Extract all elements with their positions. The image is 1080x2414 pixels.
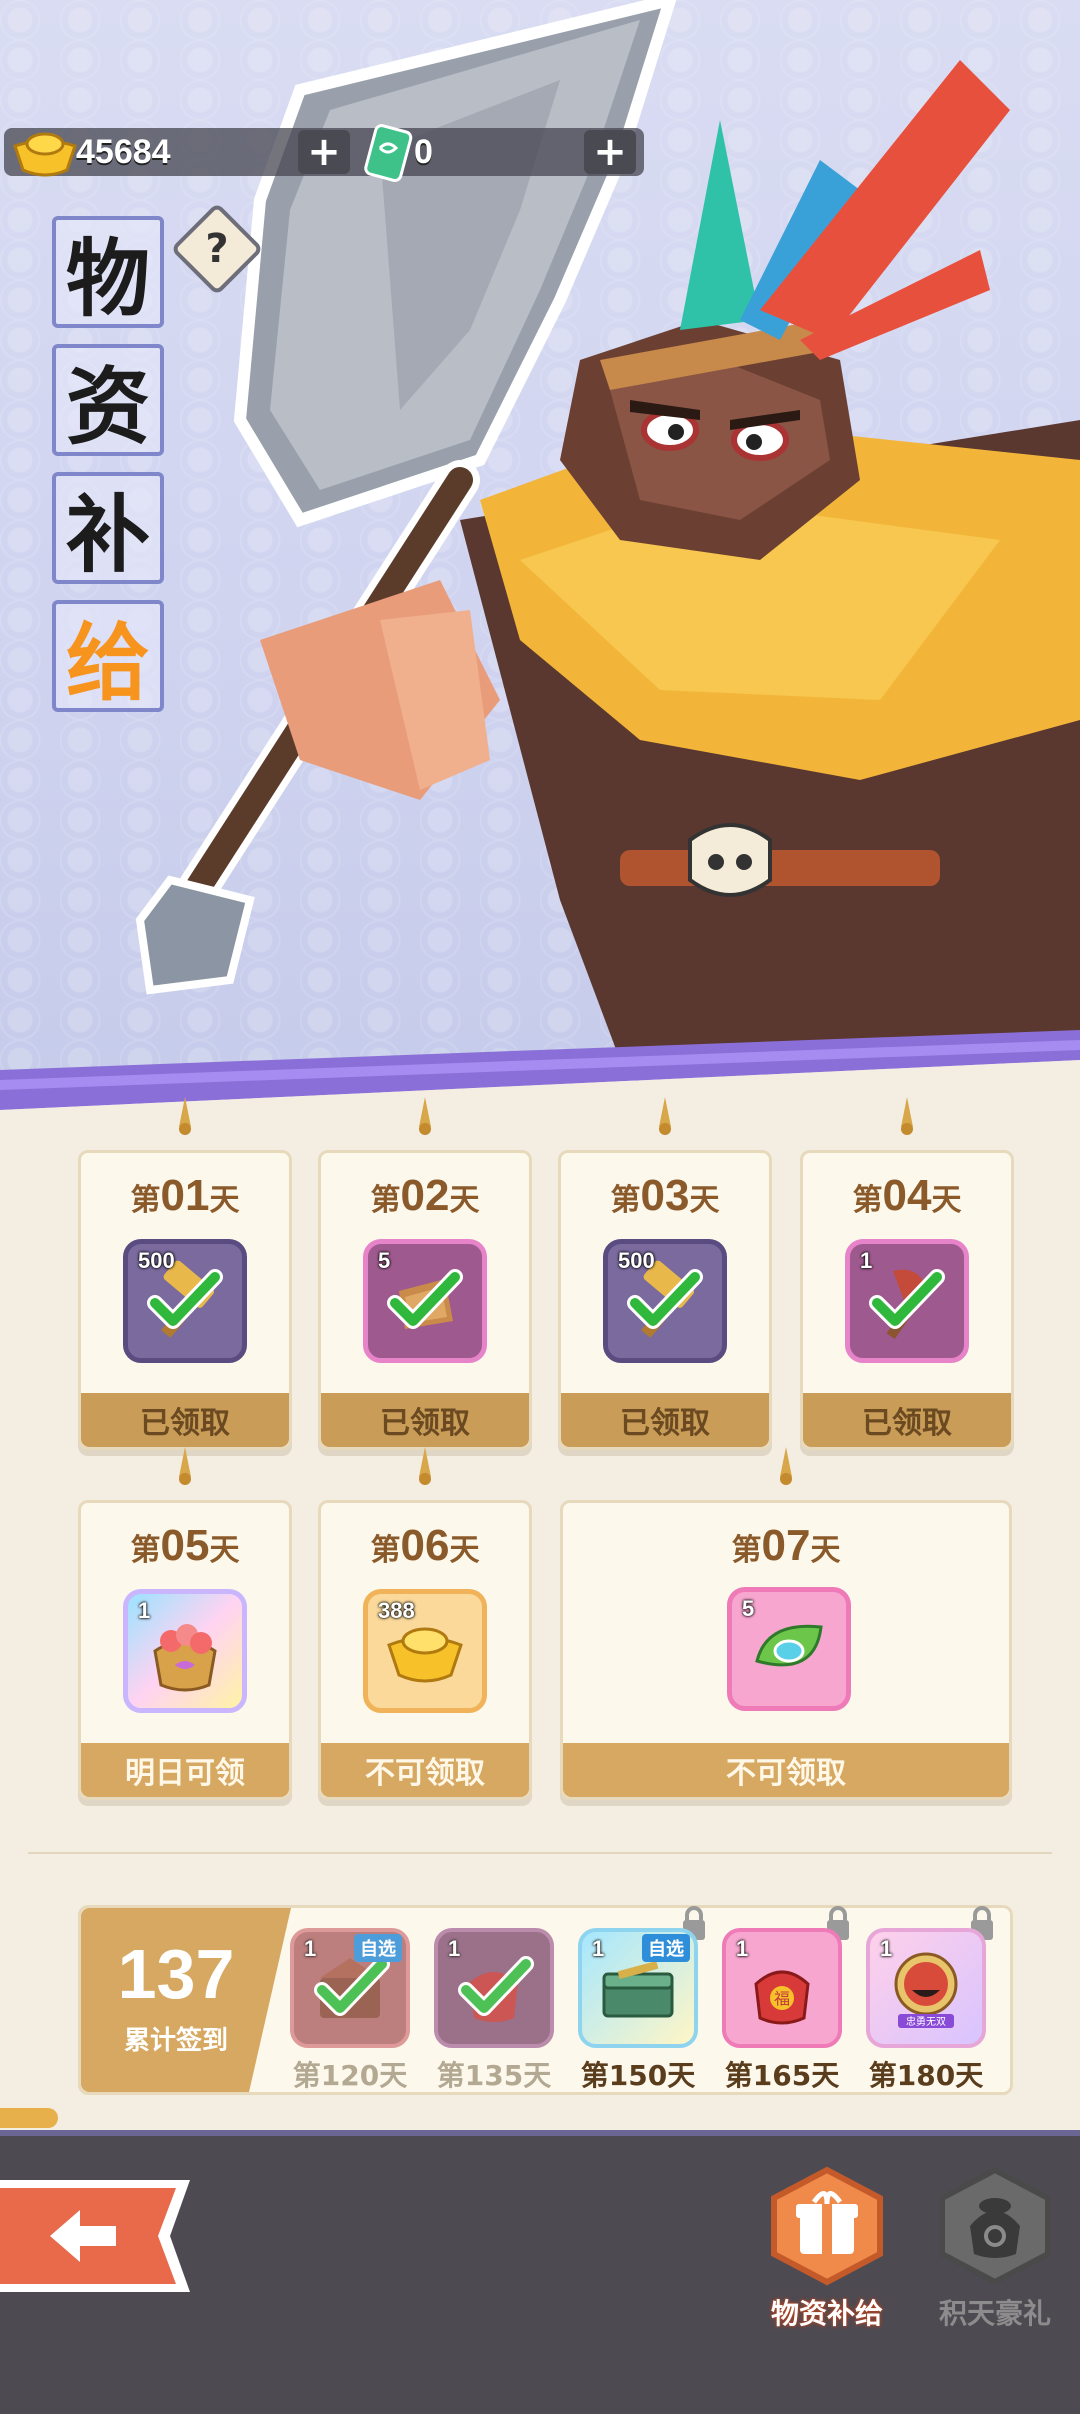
choose-tag: 自选: [642, 1934, 690, 1962]
money-bag-icon: [939, 2166, 1051, 2286]
day-label: 第04天: [852, 1171, 962, 1220]
bottom-nav-bar: 物资补给 积天豪礼: [0, 2130, 1080, 2414]
reward-day: 第135天: [436, 2059, 552, 2092]
gold-ingot-icon: [13, 132, 77, 177]
hero-banner: 45684 + 0 + 物 资 补 给 ?: [0, 0, 1080, 1110]
reward-item: 500: [603, 1239, 727, 1363]
cumulative-reward-150[interactable]: 自选 1 第150天: [575, 1906, 705, 2094]
cumulative-reward-165[interactable]: 福 1 第165天: [719, 1906, 849, 2094]
item-count: 1: [592, 1936, 605, 1961]
item-count: 500: [618, 1248, 655, 1273]
svg-text:忠勇无双: 忠勇无双: [906, 2016, 946, 2028]
claim-status: 已领取: [561, 1393, 769, 1447]
divider: [28, 1852, 1052, 1854]
cumulative-reward-135[interactable]: 1 第135天: [431, 1928, 557, 2094]
day-card-6[interactable]: 第06天 388 不可领取: [318, 1447, 532, 1800]
nav-supply-label: 物资补给: [770, 2297, 883, 2330]
back-button[interactable]: [0, 2176, 200, 2296]
nav-supply-button[interactable]: 物资补给: [752, 2166, 902, 2332]
add-ticket-button[interactable]: +: [584, 130, 636, 174]
title-char-4: 给: [52, 600, 164, 712]
page-title: 物 资 补 给: [52, 216, 164, 728]
day-card-5[interactable]: 第05天 1 明日可领: [78, 1447, 292, 1800]
question-icon: ?: [205, 226, 229, 272]
reward-item: 500: [123, 1239, 247, 1363]
title-char-2: 资: [52, 344, 164, 456]
ticket-counter: 0 +: [354, 124, 640, 182]
item-count: 1: [304, 1936, 317, 1961]
reward-item: 5: [363, 1239, 487, 1363]
add-gold-button[interactable]: +: [298, 130, 350, 174]
reward-item: 1: [123, 1589, 247, 1713]
svg-text:福: 福: [774, 1989, 790, 2008]
day-label: 第02天: [370, 1171, 480, 1220]
day-card-7[interactable]: 第07天 5 不可领取: [560, 1447, 1012, 1800]
decorative-band: [0, 1030, 1080, 1120]
gold-counter: 45684 +: [4, 128, 354, 177]
item-count: 5: [742, 1596, 755, 1621]
day-label: 第05天: [130, 1521, 240, 1570]
cumulative-signin-panel: 137 累计签到 自选 1 第120天 1 第135天 自选 1 第150天 福…: [78, 1905, 1013, 2095]
edge-tab: [0, 2108, 58, 2128]
item-count: 1: [736, 1936, 749, 1961]
cumulative-reward-180[interactable]: 忠勇无双 1 第180天: [863, 1906, 993, 2094]
reward-item: 1: [845, 1239, 969, 1363]
item-count: 1: [448, 1936, 461, 1961]
reward-day: 第165天: [724, 2059, 840, 2092]
nav-gift-button[interactable]: 积天豪礼: [920, 2166, 1070, 2332]
day-label: 第07天: [731, 1521, 841, 1570]
title-char-1: 物: [52, 216, 164, 328]
nav-gift-label: 积天豪礼: [938, 2297, 1051, 2330]
reward-item: 自选 1: [290, 1928, 410, 2048]
gift-box-icon: [771, 2166, 883, 2286]
choose-tag: 自选: [354, 1934, 402, 1962]
day-label: 第03天: [610, 1171, 720, 1220]
day-label: 第06天: [370, 1521, 480, 1570]
gold-amount: 45684: [76, 132, 171, 171]
day-card-1[interactable]: 第01天 500 已领取: [78, 1097, 292, 1450]
claim-status: 不可领取: [563, 1743, 1009, 1797]
cumulative-reward-120[interactable]: 自选 1 第120天: [287, 1928, 413, 2094]
item-count: 500: [138, 1248, 175, 1273]
item-count: 1: [880, 1936, 893, 1961]
reward-item: 5: [727, 1587, 851, 1711]
item-count: 388: [378, 1598, 415, 1623]
day-card-2[interactable]: 第02天 5 已领取: [318, 1097, 532, 1450]
claim-status: 明日可领: [81, 1743, 289, 1797]
reward-day: 第180天: [868, 2059, 984, 2092]
cumulative-label: 累计签到: [123, 2026, 228, 2056]
currency-bar: 45684 + 0 +: [4, 124, 644, 182]
day-label: 第01天: [130, 1171, 240, 1220]
reward-item: 福 1: [722, 1928, 842, 2048]
claim-status: 不可领取: [321, 1743, 529, 1797]
reward-item: 1: [434, 1928, 554, 2048]
reward-item: 自选 1: [578, 1928, 698, 2048]
cumulative-count: 137: [117, 1935, 235, 2013]
jade-ticket-icon: [364, 124, 413, 182]
reward-item: 忠勇无双 1: [866, 1928, 986, 2048]
reward-item: 388: [363, 1589, 487, 1713]
item-count: 1: [138, 1598, 151, 1623]
item-count: 1: [860, 1248, 873, 1273]
claim-status: 已领取: [803, 1393, 1011, 1447]
item-count: 5: [378, 1248, 391, 1273]
claim-status: 已领取: [321, 1393, 529, 1447]
reward-day: 第150天: [580, 2059, 696, 2092]
ticket-amount: 0: [414, 132, 433, 171]
title-char-3: 补: [52, 472, 164, 584]
day-card-4[interactable]: 第04天 1 已领取: [800, 1097, 1014, 1450]
claim-status: 已领取: [81, 1393, 289, 1447]
reward-day: 第120天: [292, 2059, 408, 2092]
day-card-3[interactable]: 第03天 500 已领取: [558, 1097, 772, 1450]
